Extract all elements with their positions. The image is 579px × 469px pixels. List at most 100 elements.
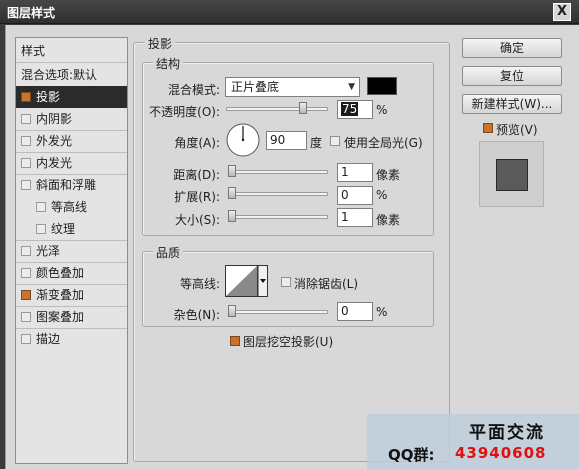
contour-label: 等高线: xyxy=(179,277,220,291)
style-checkbox[interactable] xyxy=(21,158,31,168)
distance-unit: 像素 xyxy=(376,168,401,182)
global-light-label: 使用全局光(G) xyxy=(344,136,423,150)
noise-label: 杂色(N): xyxy=(173,308,220,322)
preview-label: 预览(V) xyxy=(496,123,538,137)
style-item-label: 等高线 xyxy=(51,200,88,214)
preview-checkbox[interactable] xyxy=(483,123,493,133)
spread-unit: % xyxy=(376,188,388,202)
style-item-satin[interactable]: 光泽 xyxy=(16,240,127,262)
style-checkbox[interactable] xyxy=(21,92,31,102)
noise-slider-handle[interactable] xyxy=(228,305,236,317)
size-value: 1 xyxy=(341,210,349,224)
style-item-label: 渐变叠加 xyxy=(36,288,85,302)
size-unit: 像素 xyxy=(376,213,401,227)
style-checkbox[interactable] xyxy=(21,136,31,146)
noise-unit: % xyxy=(376,305,388,319)
ok-button[interactable]: 确定 xyxy=(462,38,562,58)
blend-mode-select[interactable]: 正片叠底 ▼ xyxy=(225,77,360,97)
knockout-label: 图层挖空投影(U) xyxy=(243,335,334,349)
style-item-color-overlay[interactable]: 颜色叠加 xyxy=(16,262,127,284)
style-item-inner-shadow[interactable]: 内阴影 xyxy=(16,108,127,130)
distance-slider-handle[interactable] xyxy=(228,165,236,177)
style-item-gradient-overlay[interactable]: 渐变叠加 xyxy=(16,284,127,306)
style-checkbox[interactable] xyxy=(21,268,31,278)
style-checkbox[interactable] xyxy=(21,246,31,256)
size-input[interactable]: 1 xyxy=(337,208,373,227)
new-style-button[interactable]: 新建样式(W)... xyxy=(462,94,562,114)
style-item-label: 描边 xyxy=(36,332,61,346)
style-checkbox[interactable] xyxy=(21,114,31,124)
blend-mode-label: 混合模式: xyxy=(167,83,220,97)
contour-picker[interactable] xyxy=(225,265,268,297)
size-label: 大小(S): xyxy=(174,213,220,227)
noise-input[interactable]: 0 xyxy=(337,302,373,321)
preview-thumbnail xyxy=(479,141,544,207)
angle-input[interactable]: 90 xyxy=(266,131,307,150)
opacity-slider[interactable] xyxy=(226,107,328,111)
style-item-label: 光泽 xyxy=(36,244,61,258)
style-checkbox[interactable] xyxy=(21,180,31,190)
distance-slider[interactable] xyxy=(228,170,328,174)
style-item-label: 图案叠加 xyxy=(36,310,85,324)
styles-list-header[interactable]: 样式 xyxy=(16,40,127,62)
angle-dial[interactable] xyxy=(225,122,261,158)
style-checkbox[interactable] xyxy=(21,334,31,344)
reset-button[interactable]: 复位 xyxy=(462,66,562,86)
shadow-color-swatch[interactable] xyxy=(367,77,397,95)
spread-label: 扩展(R): xyxy=(174,190,220,204)
style-item-label: 纹理 xyxy=(51,222,76,236)
style-item-outer-glow[interactable]: 外发光 xyxy=(16,130,127,152)
styles-header-label: 样式 xyxy=(21,44,46,58)
contour-preview-icon xyxy=(225,265,268,297)
opacity-value: 75 xyxy=(341,102,359,116)
global-light-checkbox[interactable] xyxy=(330,136,340,146)
style-item-stroke[interactable]: 描边 xyxy=(16,328,127,350)
style-item-label: 内阴影 xyxy=(36,112,73,126)
structure-title: 结构 xyxy=(153,55,184,72)
window-title: 图层样式 xyxy=(7,6,56,20)
style-item-bevel-emboss[interactable]: 斜面和浮雕 xyxy=(16,174,127,196)
style-checkbox[interactable] xyxy=(21,290,31,300)
style-checkbox[interactable] xyxy=(21,312,31,322)
angle-unit: 度 xyxy=(310,136,323,150)
noise-value: 0 xyxy=(341,304,349,318)
opacity-label: 不透明度(O): xyxy=(149,105,220,119)
style-item-label: 混合选项:默认 xyxy=(21,68,98,82)
angle-label: 角度(A): xyxy=(174,136,220,150)
style-item-pattern-overlay[interactable]: 图案叠加 xyxy=(16,306,127,328)
style-item-inner-glow[interactable]: 内发光 xyxy=(16,152,127,174)
style-item-texture[interactable]: 纹理 xyxy=(16,218,127,240)
styles-list: 样式 混合选项:默认 投影 内阴影 外发光 内发光 斜面和浮雕 等高线 纹理 光… xyxy=(15,37,128,464)
style-item-contour[interactable]: 等高线 xyxy=(16,196,127,218)
opacity-unit: % xyxy=(376,103,388,117)
style-checkbox[interactable] xyxy=(36,202,46,212)
style-checkbox[interactable] xyxy=(36,224,46,234)
style-item-label: 斜面和浮雕 xyxy=(36,178,97,192)
watermark-qq-label: QQ群: xyxy=(388,446,435,464)
style-item-drop-shadow[interactable]: 投影 xyxy=(16,86,127,108)
quality-title: 品质 xyxy=(153,244,184,261)
style-item-blending-options[interactable]: 混合选项:默认 xyxy=(16,64,127,86)
size-slider[interactable] xyxy=(228,215,328,219)
style-item-label: 颜色叠加 xyxy=(36,266,85,280)
distance-input[interactable]: 1 xyxy=(337,163,373,182)
drop-shadow-title: 投影 xyxy=(145,35,176,52)
preview-swatch xyxy=(496,159,528,191)
watermark: 平面交流 QQ群: 43940608 xyxy=(367,414,579,469)
angle-dial-icon xyxy=(226,123,260,157)
spread-value: 0 xyxy=(341,188,349,202)
title-bar: 图层样式 X xyxy=(0,0,579,24)
size-slider-handle[interactable] xyxy=(228,210,236,222)
chevron-down-icon: ▼ xyxy=(348,82,355,92)
spread-input[interactable]: 0 xyxy=(337,186,373,205)
antialias-label: 消除锯齿(L) xyxy=(294,277,359,291)
spread-slider-handle[interactable] xyxy=(228,187,236,199)
opacity-slider-handle[interactable] xyxy=(298,102,307,114)
noise-slider[interactable] xyxy=(228,310,328,314)
close-button[interactable]: X xyxy=(553,3,571,21)
opacity-input[interactable]: 75 xyxy=(337,100,373,119)
spread-slider[interactable] xyxy=(228,192,328,196)
watermark-title: 平面交流 xyxy=(469,423,545,443)
antialias-checkbox[interactable] xyxy=(281,277,291,287)
knockout-checkbox[interactable] xyxy=(230,336,240,346)
